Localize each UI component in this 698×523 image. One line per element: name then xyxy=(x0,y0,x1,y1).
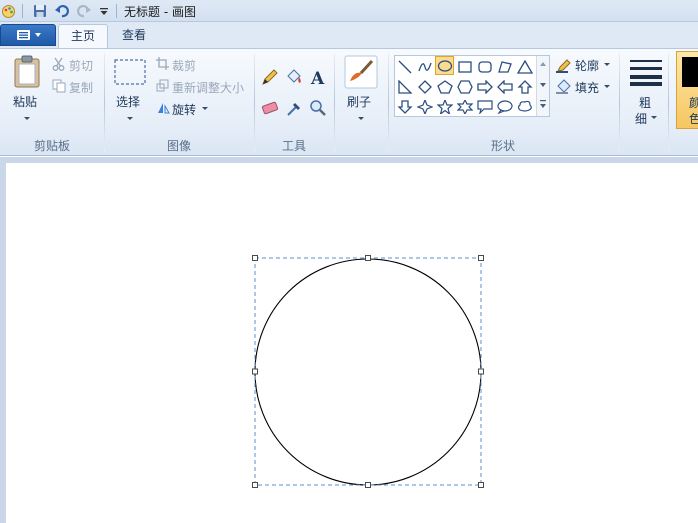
window-title: 无标题 - 画图 xyxy=(124,5,196,19)
shapes-gallery-scrollbar[interactable] xyxy=(536,56,549,116)
drawn-circle xyxy=(254,258,482,486)
shape-up-arrow[interactable] xyxy=(515,77,534,96)
paste-icon[interactable] xyxy=(13,55,41,92)
ribbon: 粘贴 剪切 复制 剪贴板 选择 裁剪 重新调整大小 旋转 图像 A 工具 刷子 … xyxy=(0,48,698,156)
file-menu-button[interactable] xyxy=(0,24,56,46)
rotate-button[interactable]: 旋转 xyxy=(172,101,196,118)
resize-icon xyxy=(156,79,169,95)
size-dropdown-icon[interactable] xyxy=(651,116,657,119)
tab-view[interactable]: 查看 xyxy=(110,24,158,48)
save-icon[interactable] xyxy=(32,3,48,19)
shape-line[interactable] xyxy=(395,57,414,76)
shape-hexagon[interactable] xyxy=(455,77,474,96)
color1-label-line1: 颜 xyxy=(689,96,698,110)
shape-polygon[interactable] xyxy=(495,57,514,76)
outline-icon xyxy=(556,58,572,76)
paste-button[interactable]: 粘贴 xyxy=(13,93,37,110)
color1-button[interactable]: 颜 色 xyxy=(676,51,698,129)
tab-home[interactable]: 主页 xyxy=(58,24,109,48)
shape-curve[interactable] xyxy=(415,57,434,76)
rotate-icon xyxy=(156,101,170,118)
copy-button[interactable]: 复制 xyxy=(69,79,93,96)
shape-right-triangle[interactable] xyxy=(395,77,414,96)
redo-icon[interactable] xyxy=(76,3,92,19)
paste-dropdown-icon[interactable] xyxy=(24,117,30,120)
magnifier-icon[interactable] xyxy=(308,99,328,120)
outline-button[interactable]: 轮廓 xyxy=(575,57,599,74)
text-icon[interactable]: A xyxy=(308,67,328,90)
undo-icon[interactable] xyxy=(54,3,70,19)
shape-rectangle[interactable] xyxy=(455,57,474,76)
size-label-line2[interactable]: 细 xyxy=(635,110,647,127)
color-picker-icon[interactable] xyxy=(284,99,304,120)
shape-five-point-star[interactable] xyxy=(435,97,454,116)
ribbon-tab-row: 主页 查看 xyxy=(0,22,698,48)
select-button[interactable]: 选择 xyxy=(116,93,140,110)
fill-button[interactable]: 填充 xyxy=(575,79,599,96)
drawing-canvas[interactable] xyxy=(6,163,698,523)
shape-rect-callout[interactable] xyxy=(475,97,494,116)
customize-toolbar-icon[interactable] xyxy=(98,3,110,19)
title-bar: 无标题 - 画图 xyxy=(0,0,698,22)
shape-triangle[interactable] xyxy=(515,57,534,76)
shape-oval-callout[interactable] xyxy=(495,97,514,116)
size-label-line1[interactable]: 粗 xyxy=(639,94,651,111)
shape-diamond[interactable] xyxy=(415,77,434,96)
fill-bucket-icon[interactable] xyxy=(284,67,304,90)
brush-button[interactable]: 刷子 xyxy=(347,93,371,110)
shapes-group-label: 形状 xyxy=(490,139,515,153)
shape-pentagon[interactable] xyxy=(435,77,454,96)
cut-button[interactable]: 剪切 xyxy=(69,57,93,74)
clipboard-group-label: 剪贴板 xyxy=(33,139,70,153)
color1-swatch xyxy=(682,57,698,87)
resize-handles xyxy=(252,255,484,488)
shape-cloud-callout[interactable] xyxy=(515,97,534,116)
shape-rounded-rectangle[interactable] xyxy=(475,57,494,76)
brush-dropdown-icon[interactable] xyxy=(358,117,364,120)
eraser-icon[interactable] xyxy=(260,99,280,120)
select-dropdown-icon[interactable] xyxy=(127,117,133,120)
rotate-dropdown-icon[interactable] xyxy=(202,107,208,110)
file-menu-icon xyxy=(17,30,41,40)
svg-text:A: A xyxy=(310,69,325,87)
shape-down-arrow[interactable] xyxy=(395,97,414,116)
crop-button[interactable]: 裁剪 xyxy=(172,57,196,74)
fill-icon xyxy=(556,79,572,97)
shape-right-arrow[interactable] xyxy=(475,77,494,96)
canvas-drawing xyxy=(252,255,484,488)
copy-icon xyxy=(52,79,66,96)
app-icon[interactable] xyxy=(0,3,16,19)
workspace xyxy=(0,157,698,523)
crop-icon xyxy=(156,57,169,73)
pencil-icon[interactable] xyxy=(260,67,280,90)
cut-icon xyxy=(52,57,65,74)
select-icon[interactable] xyxy=(114,59,146,88)
shape-four-point-star[interactable] xyxy=(415,97,434,116)
outline-dropdown-icon[interactable] xyxy=(604,63,610,66)
shape-oval-selected[interactable] xyxy=(435,56,454,75)
size-icon[interactable] xyxy=(629,58,663,89)
shape-left-arrow[interactable] xyxy=(495,77,514,96)
resize-button[interactable]: 重新调整大小 xyxy=(172,79,244,96)
fill-dropdown-icon[interactable] xyxy=(604,85,610,88)
image-group-label: 图像 xyxy=(166,139,191,153)
color1-label-line2: 色 xyxy=(689,112,698,126)
brush-icon[interactable] xyxy=(344,55,378,92)
tools-group-label: 工具 xyxy=(281,139,306,153)
shape-six-point-star[interactable] xyxy=(455,97,474,116)
